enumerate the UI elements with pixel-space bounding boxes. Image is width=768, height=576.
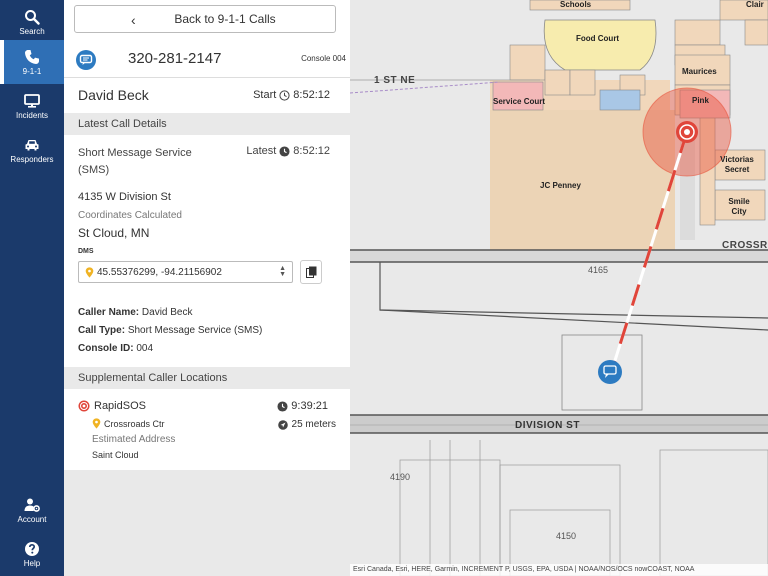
address-number-4190: 4190 xyxy=(390,472,411,482)
coordinates-status: Coordinates Calculated xyxy=(78,210,182,221)
nav-search-label: Search xyxy=(19,26,45,36)
rapidsos-accuracy: 25 meters xyxy=(277,419,336,430)
select-arrows-icon: ▲ ▼ xyxy=(279,265,286,278)
street-label-division-st: DIVISION ST xyxy=(515,420,580,431)
call-type-info-value: Short Message Service (SMS) xyxy=(127,325,263,336)
nav-help-label: Help xyxy=(23,558,41,568)
start-time-group: Start 8:52:12 xyxy=(253,89,330,101)
start-time: 8:52:12 xyxy=(293,89,330,101)
address-line: 4135 W Division St xyxy=(78,191,171,203)
chevron-left-icon: ‹ xyxy=(131,12,136,28)
service-type: Short Message Service (SMS) xyxy=(78,147,192,176)
rapidsos-place-name: Crossroads Ctr xyxy=(104,418,165,429)
map-pin-icon xyxy=(92,418,101,429)
address-number-4150: 4150 xyxy=(556,531,577,541)
street-label-1st-ne: 1 ST NE xyxy=(374,75,416,86)
map-label-victorias-secret: Victorias Secret xyxy=(720,155,754,174)
caller-name-info-value: David Beck xyxy=(141,307,193,318)
map-base xyxy=(350,0,768,576)
copy-icon xyxy=(305,266,316,278)
sms-chat-icon xyxy=(76,50,96,70)
map-label-jc-penney: JC Penney xyxy=(540,181,581,190)
copy-coordinates-button[interactable] xyxy=(300,260,322,284)
phone-icon xyxy=(25,49,39,64)
location-arrow-icon xyxy=(277,419,288,430)
panel-empty-area xyxy=(64,470,350,576)
rapidsos-provider: RapidSOS xyxy=(78,400,146,412)
map-view[interactable]: Schools Clair Food Court Maurices Pink S… xyxy=(350,0,768,576)
latest-call-details-header: Latest Call Details xyxy=(64,113,350,135)
map-label-clair: Clair xyxy=(746,0,764,9)
rapidsos-accuracy-value: 25 meters xyxy=(291,419,336,430)
nav-incidents[interactable]: Incidents xyxy=(0,84,64,128)
back-button-label: Back to 9-1-1 Calls xyxy=(174,12,276,26)
rapidsos-place: Crossroads Ctr xyxy=(92,418,165,429)
dms-coordinate-select[interactable]: 45.55376299, -94.21156902 ▲ ▼ xyxy=(78,261,293,283)
map-pin-icon xyxy=(85,266,94,278)
clock-outline-icon xyxy=(279,89,290,101)
call-type-info: Call Type: Short Message Service (SMS) xyxy=(78,325,262,336)
nav-responders-label: Responders xyxy=(10,154,54,164)
left-nav: Search 9-1-1 Incidents Responders Accoun… xyxy=(0,0,64,576)
nav-911-label: 9-1-1 xyxy=(22,66,42,76)
nav-responders[interactable]: Responders xyxy=(0,128,64,172)
rapidsos-label: RapidSOS xyxy=(94,400,146,412)
map-label-maurices: Maurices xyxy=(682,67,717,76)
latest-time: 8:52:12 xyxy=(293,145,330,157)
dms-value: 45.55376299, -94.21156902 xyxy=(97,266,222,278)
help-icon xyxy=(25,541,39,556)
nav-account[interactable]: Account xyxy=(0,488,64,532)
map-label-schools: Schools xyxy=(560,0,592,9)
rapidsos-address-type: Estimated Address xyxy=(92,434,176,445)
caller-name-info-label: Caller Name: xyxy=(78,307,140,318)
back-to-calls-button[interactable]: ‹ Back to 9-1-1 Calls xyxy=(74,5,336,33)
rapidsos-city: Saint Cloud xyxy=(92,450,139,460)
search-icon xyxy=(25,9,40,25)
caller-name-info: Caller Name: David Beck xyxy=(78,307,193,318)
rapidsos-target-icon xyxy=(78,400,90,412)
rapidsos-time-group: 9:39:21 xyxy=(277,400,328,412)
console-id-info-value: 004 xyxy=(136,343,154,354)
supplemental-locations-header: Supplemental Caller Locations xyxy=(64,367,350,389)
city-state: St Cloud, MN xyxy=(78,226,150,240)
clock-icon xyxy=(279,145,290,157)
address-number-4165: 4165 xyxy=(588,265,609,275)
map-label-food-court: Food Court xyxy=(576,34,620,43)
map-label-smile-city: Smile City xyxy=(728,197,750,216)
clock-icon xyxy=(277,400,288,412)
caller-name: David Beck xyxy=(78,87,149,103)
console-id-info: Console ID: 004 xyxy=(78,343,153,354)
car-icon xyxy=(25,139,39,150)
nav-help[interactable]: Help xyxy=(0,532,64,576)
dms-label: DMS xyxy=(78,248,94,255)
map-label-pink: Pink xyxy=(692,96,709,105)
map-label-service-court: Service Court xyxy=(493,97,546,106)
nav-911[interactable]: 9-1-1 xyxy=(0,40,64,84)
monitor-icon xyxy=(24,93,40,108)
latest-time-group: Latest 8:52:12 xyxy=(246,145,330,157)
latest-label: Latest xyxy=(246,145,277,157)
nav-account-label: Account xyxy=(17,514,47,524)
phone-number: 320-281-2147 xyxy=(128,50,222,67)
nav-incidents-label: Incidents xyxy=(15,110,49,120)
console-id-info-label: Console ID: xyxy=(78,343,134,354)
map-attribution: Esri Canada, Esri, HERE, Garmin, INCREME… xyxy=(350,564,768,576)
call-type-info-label: Call Type: xyxy=(78,325,126,336)
rapidsos-time: 9:39:21 xyxy=(291,400,328,412)
console-label: Console 004 xyxy=(301,54,346,63)
start-label: Start xyxy=(253,89,277,101)
user-gear-icon xyxy=(24,498,40,512)
nav-search[interactable]: Search xyxy=(0,0,64,44)
call-header-row: 320-281-2147 Console 004 xyxy=(64,42,350,78)
street-label-crossroads: CROSSR xyxy=(722,240,768,251)
